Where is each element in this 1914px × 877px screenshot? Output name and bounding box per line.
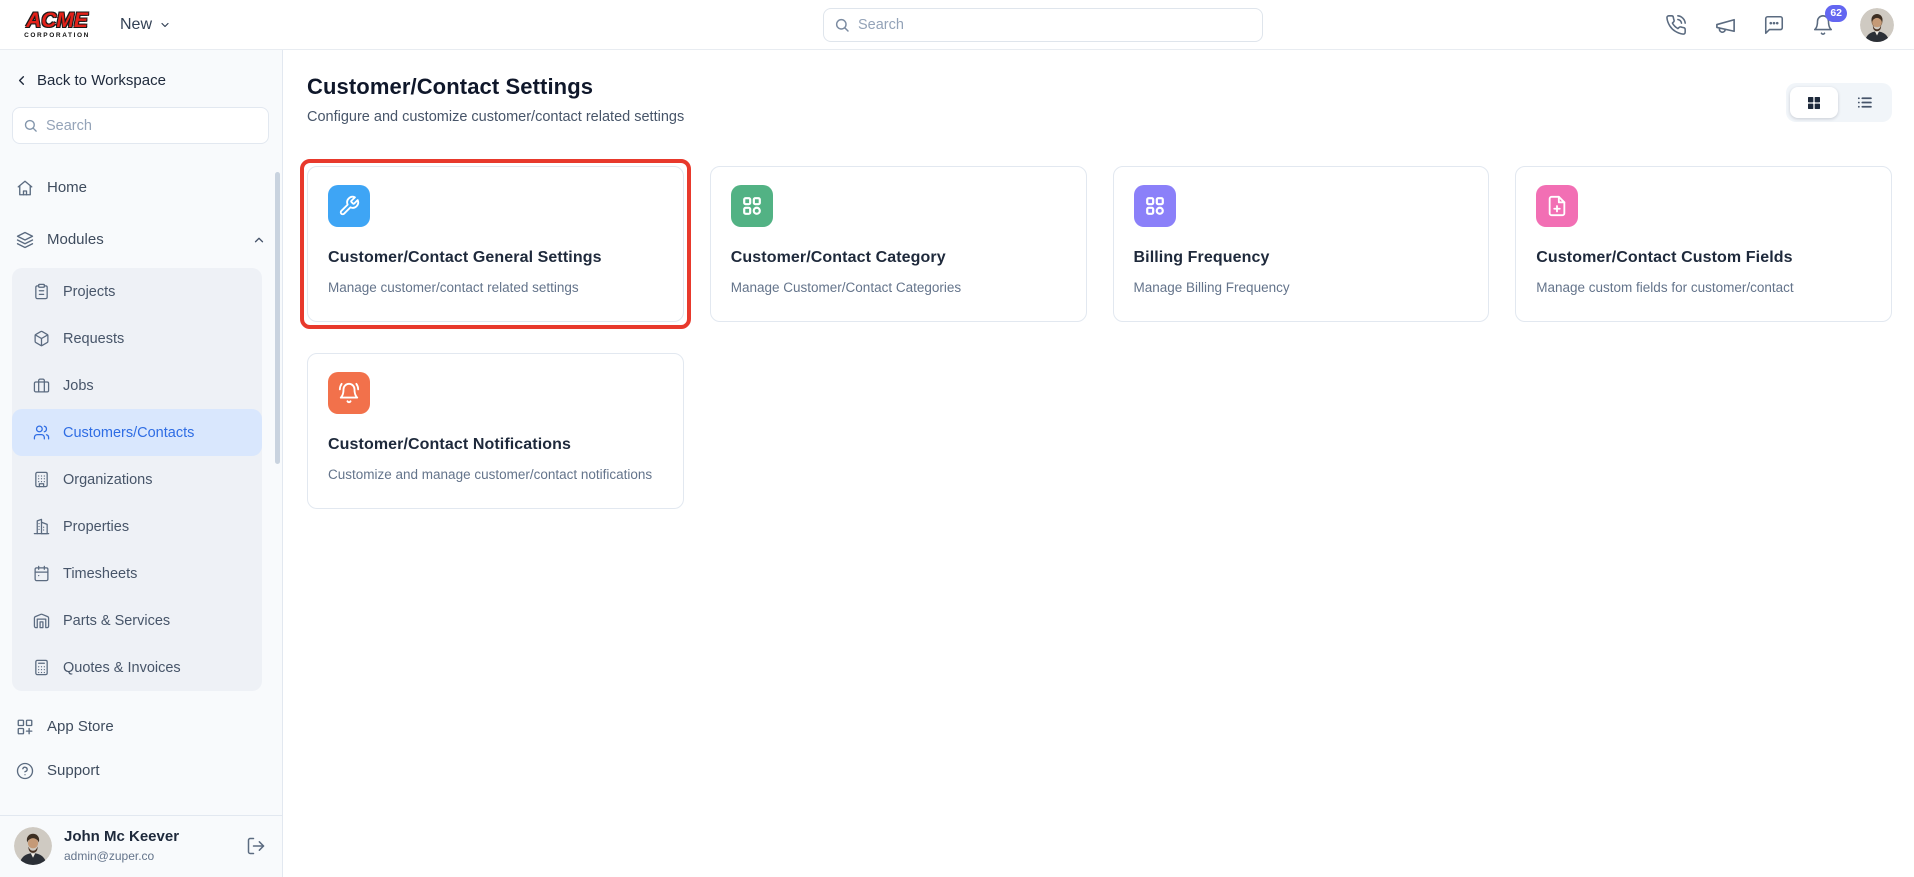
chevron-up-icon [252, 233, 266, 247]
chevron-down-icon [159, 19, 171, 31]
sidebar-user-section: John Mc Keever admin@zuper.co [0, 815, 282, 877]
sidebar-item-app-store[interactable]: App Store [0, 713, 282, 740]
phone-call-icon[interactable] [1664, 13, 1688, 37]
search-icon [23, 118, 38, 133]
company-logo[interactable]: ACME CORPORATION [22, 10, 92, 40]
back-to-workspace-link[interactable]: Back to Workspace [14, 72, 266, 89]
new-dropdown-button[interactable]: New [120, 16, 171, 34]
search-icon [834, 17, 850, 33]
global-search[interactable] [823, 8, 1263, 42]
sidebar: Back to Workspace Home Modules Projects [0, 50, 283, 877]
card-description: Manage custom fields for customer/contac… [1536, 280, 1794, 295]
sidebar-item-jobs[interactable]: Jobs [12, 362, 262, 409]
chat-messages-icon[interactable] [1762, 13, 1786, 37]
page-title: Customer/Contact Settings [307, 74, 594, 99]
bell-ring-icon [328, 371, 370, 414]
card-title: Customer/Contact General Settings [328, 249, 602, 266]
sidebar-item-quotes-invoices[interactable]: Quotes & Invoices [12, 644, 262, 691]
users-icon [33, 424, 50, 441]
sidebar-item-home[interactable]: Home [0, 174, 282, 201]
package-icon [33, 330, 50, 347]
card-customer-contact-notifications[interactable]: Customer/Contact Notifications Customize… [307, 352, 684, 509]
sidebar-item-timesheets[interactable]: Timesheets [12, 550, 262, 597]
wrench-icon [328, 185, 370, 227]
user-email: admin@zuper.co [64, 848, 155, 863]
help-circle-icon [16, 762, 34, 780]
sidebar-item-organizations[interactable]: Organizations [12, 456, 262, 503]
top-header: ACME CORPORATION New 62 [0, 0, 1914, 50]
card-description: Customize and manage customer/contact no… [328, 466, 653, 482]
sidebar-item-parts-services[interactable]: Parts & Services [12, 597, 262, 644]
chevron-left-icon [14, 73, 29, 88]
clipboard-icon [33, 283, 50, 300]
card-customer-contact-custom-fields[interactable]: Customer/Contact Custom Fields Manage cu… [1515, 166, 1892, 322]
logo-text: ACME [26, 8, 88, 32]
user-avatar[interactable] [14, 827, 52, 865]
property-building-icon [33, 518, 50, 535]
logout-icon[interactable] [246, 836, 266, 856]
modules-submenu: Projects Requests Jobs Customers/Contact… [12, 268, 262, 691]
card-description: Manage Customer/Contact Categories [730, 280, 962, 295]
notifications-bell-icon[interactable]: 62 [1811, 5, 1847, 37]
sidebar-item-modules[interactable]: Modules [0, 226, 282, 253]
layers-icon [16, 231, 34, 249]
card-description: Manage customer/contact related settings [328, 280, 579, 295]
card-customer-contact-general-settings[interactable]: Customer/Contact General Settings Manage… [307, 166, 684, 322]
sidebar-item-projects[interactable]: Projects [12, 268, 262, 315]
file-plus-icon [1536, 185, 1579, 227]
app-store-grid-plus-icon [16, 718, 34, 736]
page-subtitle: Configure and customize customer/contact… [307, 109, 685, 125]
announcements-megaphone-icon[interactable] [1713, 13, 1737, 37]
view-toggle [1786, 83, 1892, 122]
card-title: Customer/Contact Custom Fields [1536, 249, 1793, 266]
settings-card-grid: Customer/Contact General Settings Manage… [300, 159, 1892, 509]
sidebar-item-customers-contacts[interactable]: Customers/Contacts [12, 409, 262, 456]
calendar-icon [33, 565, 50, 582]
list-view-button[interactable] [1840, 87, 1888, 118]
card-title: Customer/Contact Notifications [328, 435, 572, 453]
sidebar-item-requests[interactable]: Requests [12, 315, 262, 362]
building-icon [33, 471, 50, 488]
card-title: Billing Frequency [1133, 249, 1270, 266]
briefcase-icon [33, 377, 50, 394]
user-name: John Mc Keever [64, 828, 180, 846]
notification-count-badge: 62 [1825, 5, 1847, 22]
grid-view-button[interactable] [1790, 87, 1838, 118]
home-icon [16, 179, 34, 197]
sidebar-search-input[interactable] [46, 117, 258, 134]
sidebar-search[interactable] [12, 107, 269, 144]
user-avatar[interactable] [1860, 8, 1894, 42]
category-icon [730, 185, 773, 227]
calculator-icon [33, 659, 50, 676]
sidebar-item-support[interactable]: Support [0, 757, 282, 784]
card-billing-frequency[interactable]: Billing Frequency Manage Billing Frequen… [1112, 166, 1490, 322]
card-customer-contact-category[interactable]: Customer/Contact Category Manage Custome… [709, 166, 1087, 322]
card-description: Manage Billing Frequency [1133, 280, 1290, 295]
main-content: Customer/Contact Settings Configure and … [283, 50, 1914, 877]
category-icon [1133, 185, 1176, 227]
warehouse-icon [33, 612, 50, 629]
sidebar-item-properties[interactable]: Properties [12, 503, 262, 550]
sidebar-scrollbar[interactable] [275, 172, 280, 464]
global-search-input[interactable] [858, 17, 1252, 33]
card-title: Customer/Contact Category [730, 249, 946, 266]
